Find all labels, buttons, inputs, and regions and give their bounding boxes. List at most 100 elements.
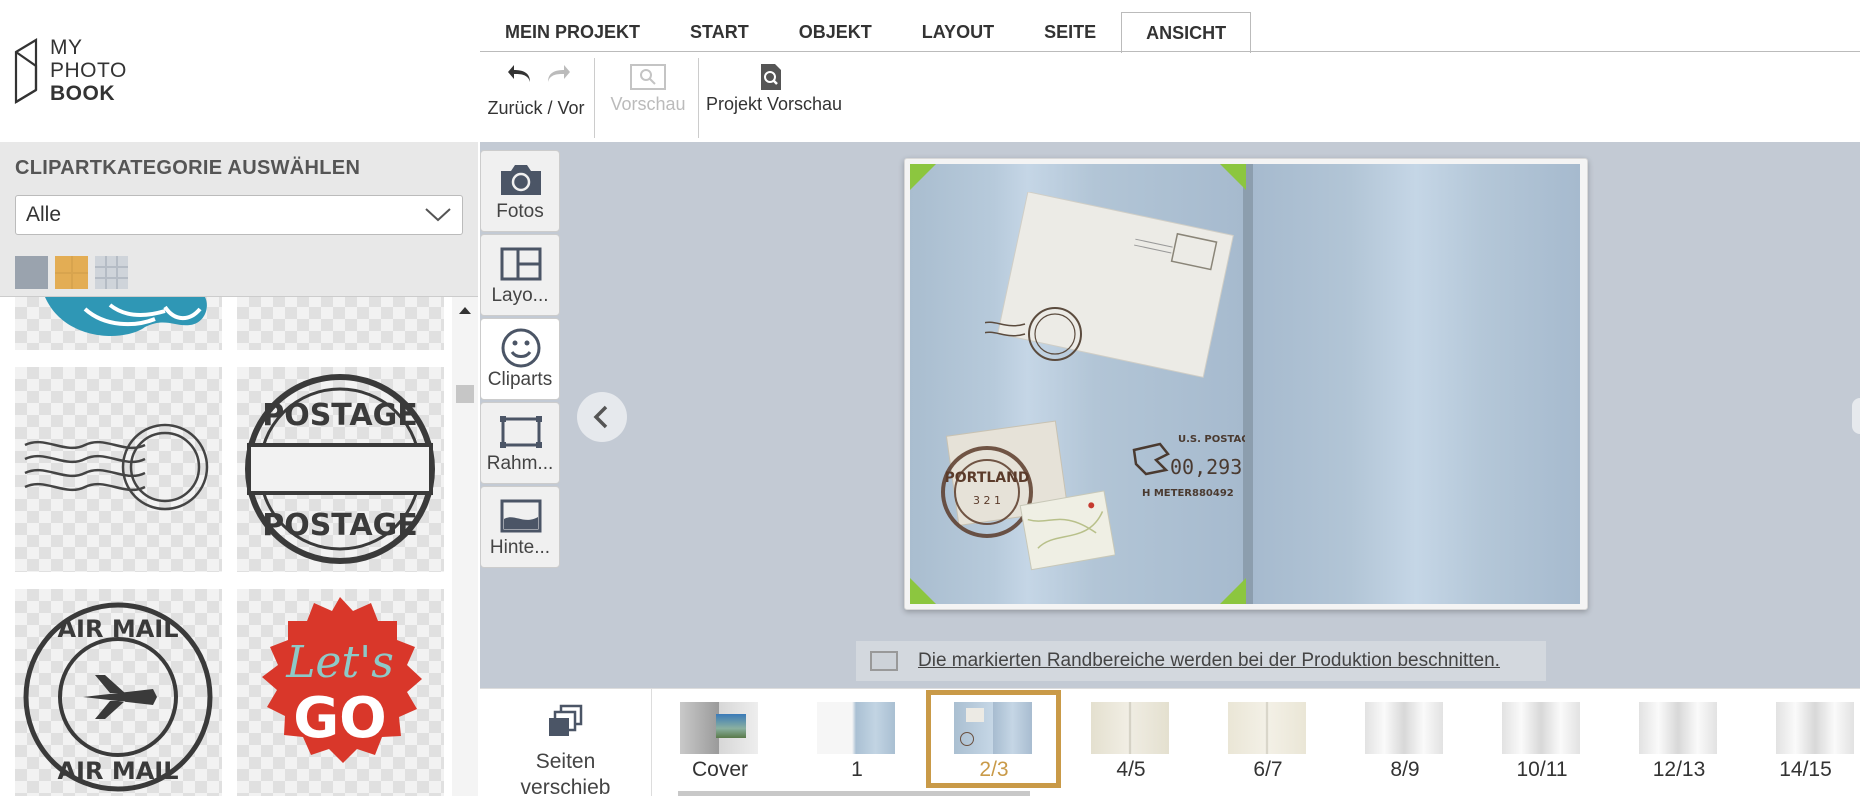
project-preview-label: Projekt Vorschau — [706, 94, 843, 114]
page-thumb-label: 4/5 — [1116, 758, 1146, 781]
page-thumb-8-9[interactable]: 8/9 — [1340, 700, 1470, 790]
portland-date-text: 3 2 1 — [973, 494, 1001, 507]
tab-start[interactable]: START — [665, 12, 774, 52]
lets-go-bottom-text: GO — [293, 686, 387, 751]
portland-stamp-text: PORTLAND — [945, 470, 1030, 486]
page-thumb-label: 10/11 — [1516, 758, 1568, 781]
page-8-9-thumbnail — [1365, 702, 1443, 754]
page-thumb-label: 12/13 — [1652, 758, 1706, 781]
view-small-button[interactable] — [95, 256, 128, 289]
lets-go-top-text: Let's — [285, 637, 394, 688]
clipart-item-empty[interactable] — [237, 297, 444, 350]
view-medium-button[interactable] — [55, 256, 88, 289]
prev-page-button[interactable] — [577, 392, 627, 442]
move-pages-label-1: Seiten — [535, 750, 596, 773]
waves-clipart-image — [45, 297, 207, 336]
page-thumb-14-15[interactable]: 14/15 — [1751, 700, 1860, 790]
clipart-scrollbar[interactable] — [452, 297, 478, 796]
tab-layout[interactable]: LAYOUT — [897, 12, 1019, 52]
logo-line-2: PHOTO — [50, 59, 127, 82]
chevron-left-icon — [593, 405, 608, 429]
view-large-button[interactable] — [15, 256, 48, 289]
clipart-category-select[interactable]: Alle — [15, 195, 463, 235]
page-thumb-4-5[interactable]: 4/5 — [1066, 700, 1196, 790]
layout-icon — [500, 247, 542, 281]
toolbar-separator — [698, 58, 699, 138]
preview-button[interactable]: Vorschau — [598, 52, 698, 142]
page-thumb-10-11[interactable]: 10/11 — [1477, 700, 1607, 790]
frame-icon — [500, 416, 542, 448]
side-tool-label: Rahm... — [486, 453, 554, 474]
undo-redo-group: Zurück / Vor — [486, 52, 586, 142]
side-tool-label: Layo... — [491, 285, 549, 306]
smiley-icon — [501, 328, 541, 368]
side-tool-rahmen[interactable]: Rahm... — [480, 402, 560, 484]
postcard-clipart[interactable] — [985, 192, 1245, 392]
next-page-button[interactable] — [1852, 398, 1860, 434]
crop-marker-bottom-left — [910, 578, 936, 604]
crop-marker-top-right — [1220, 164, 1246, 190]
project-preview-button[interactable]: Projekt Vorschau — [706, 52, 843, 142]
clipart-item-postmark-waves[interactable] — [15, 367, 222, 572]
cover-thumbnail — [680, 702, 758, 754]
logo-line-3: BOOK — [50, 82, 115, 105]
page-thumb-label: 6/7 — [1253, 758, 1283, 781]
page-thumb-cover[interactable]: Cover — [655, 700, 785, 790]
scrollbar-thumb[interactable] — [456, 385, 474, 403]
clipart-item-waves[interactable] — [15, 297, 222, 350]
page-4-5-thumbnail — [1091, 702, 1169, 754]
project-preview-icon — [761, 64, 781, 90]
page-14-15-thumbnail — [1776, 702, 1854, 754]
logo-line-1: MY — [50, 36, 83, 59]
preview-label: Vorschau — [610, 94, 686, 114]
tab-objekt[interactable]: OBJEKT — [774, 12, 897, 52]
side-tool-label: Fotos — [496, 201, 544, 222]
postmark-waves-clipart-image — [24, 423, 209, 511]
page-12-13-thumbnail — [1639, 702, 1717, 754]
postage-bottom-text: POSTAGE — [262, 508, 418, 543]
airplane-icon — [83, 675, 157, 719]
side-tool-cliparts[interactable]: Cliparts — [480, 318, 560, 400]
move-pages-button[interactable]: Seiten verschieb — [480, 688, 652, 799]
postage-amount-text: 00,293 — [1170, 455, 1242, 479]
toolbar: Zurück / Vor Vorschau Projekt Vorschau — [480, 52, 1860, 142]
move-pages-label-2: verschieb — [520, 776, 611, 799]
logo: MY PHOTO BOOK — [14, 36, 134, 108]
crop-notice-text[interactable]: Die markierten Randbereiche werden bei d… — [918, 650, 1500, 672]
toolbar-separator — [594, 58, 595, 138]
clipart-item-postage-stamp[interactable]: POSTAGE POSTAGE — [237, 367, 444, 572]
ribbon-tabs: MEIN PROJEKT START OBJEKT LAYOUT SEITE A… — [480, 12, 1252, 53]
page-thumb-label: 14/15 — [1779, 758, 1832, 781]
postage-top-text: POSTAGE — [262, 398, 418, 433]
crop-notice: Die markierten Randbereiche werden bei d… — [856, 641, 1546, 681]
side-tool-hintergrund[interactable]: Hinte... — [480, 486, 560, 568]
crop-notice-checkbox[interactable] — [870, 651, 898, 671]
clipart-item-lets-go[interactable]: Let's GO — [237, 589, 444, 796]
portland-stamp-clipart[interactable]: PORTLAND 3 2 1 — [935, 420, 1115, 575]
page-thumb-1[interactable]: 1 — [792, 700, 922, 790]
selected-page-highlight — [926, 690, 1061, 788]
page-6-7-thumbnail — [1228, 702, 1306, 754]
undo-icon[interactable] — [508, 64, 534, 84]
airmail-top-text: AIR MAIL — [57, 615, 178, 643]
lets-go-clipart-image: Let's GO — [262, 597, 422, 763]
clipart-item-air-mail[interactable]: AIR MAIL AIR MAIL — [15, 589, 222, 796]
page-thumb-12-13[interactable]: 12/13 — [1614, 700, 1744, 790]
air-mail-clipart-image: AIR MAIL AIR MAIL — [23, 602, 213, 792]
crop-marker-bottom-right — [1220, 578, 1246, 604]
page-thumb-label: Cover — [691, 758, 749, 781]
background-icon — [500, 499, 542, 533]
us-postage-clipart[interactable]: U.S. POSTAGE 00,293 H METER880492 — [1130, 430, 1245, 505]
tab-mein-projekt[interactable]: MEIN PROJEKT — [480, 12, 665, 52]
redo-icon[interactable] — [544, 64, 570, 84]
page-thumb-6-7[interactable]: 6/7 — [1203, 700, 1333, 790]
side-tool-fotos[interactable]: Fotos — [480, 150, 560, 232]
page-1-thumbnail — [817, 702, 895, 754]
tab-seite[interactable]: SEITE — [1019, 12, 1121, 52]
page-10-11-thumbnail — [1502, 702, 1580, 754]
page-strip-scrollbar[interactable] — [678, 791, 1030, 796]
page-thumb-label: 8/9 — [1390, 758, 1420, 781]
side-tool-layout[interactable]: Layo... — [480, 234, 560, 316]
tab-ansicht[interactable]: ANSICHT — [1121, 12, 1252, 53]
scroll-up-icon[interactable] — [458, 305, 472, 315]
